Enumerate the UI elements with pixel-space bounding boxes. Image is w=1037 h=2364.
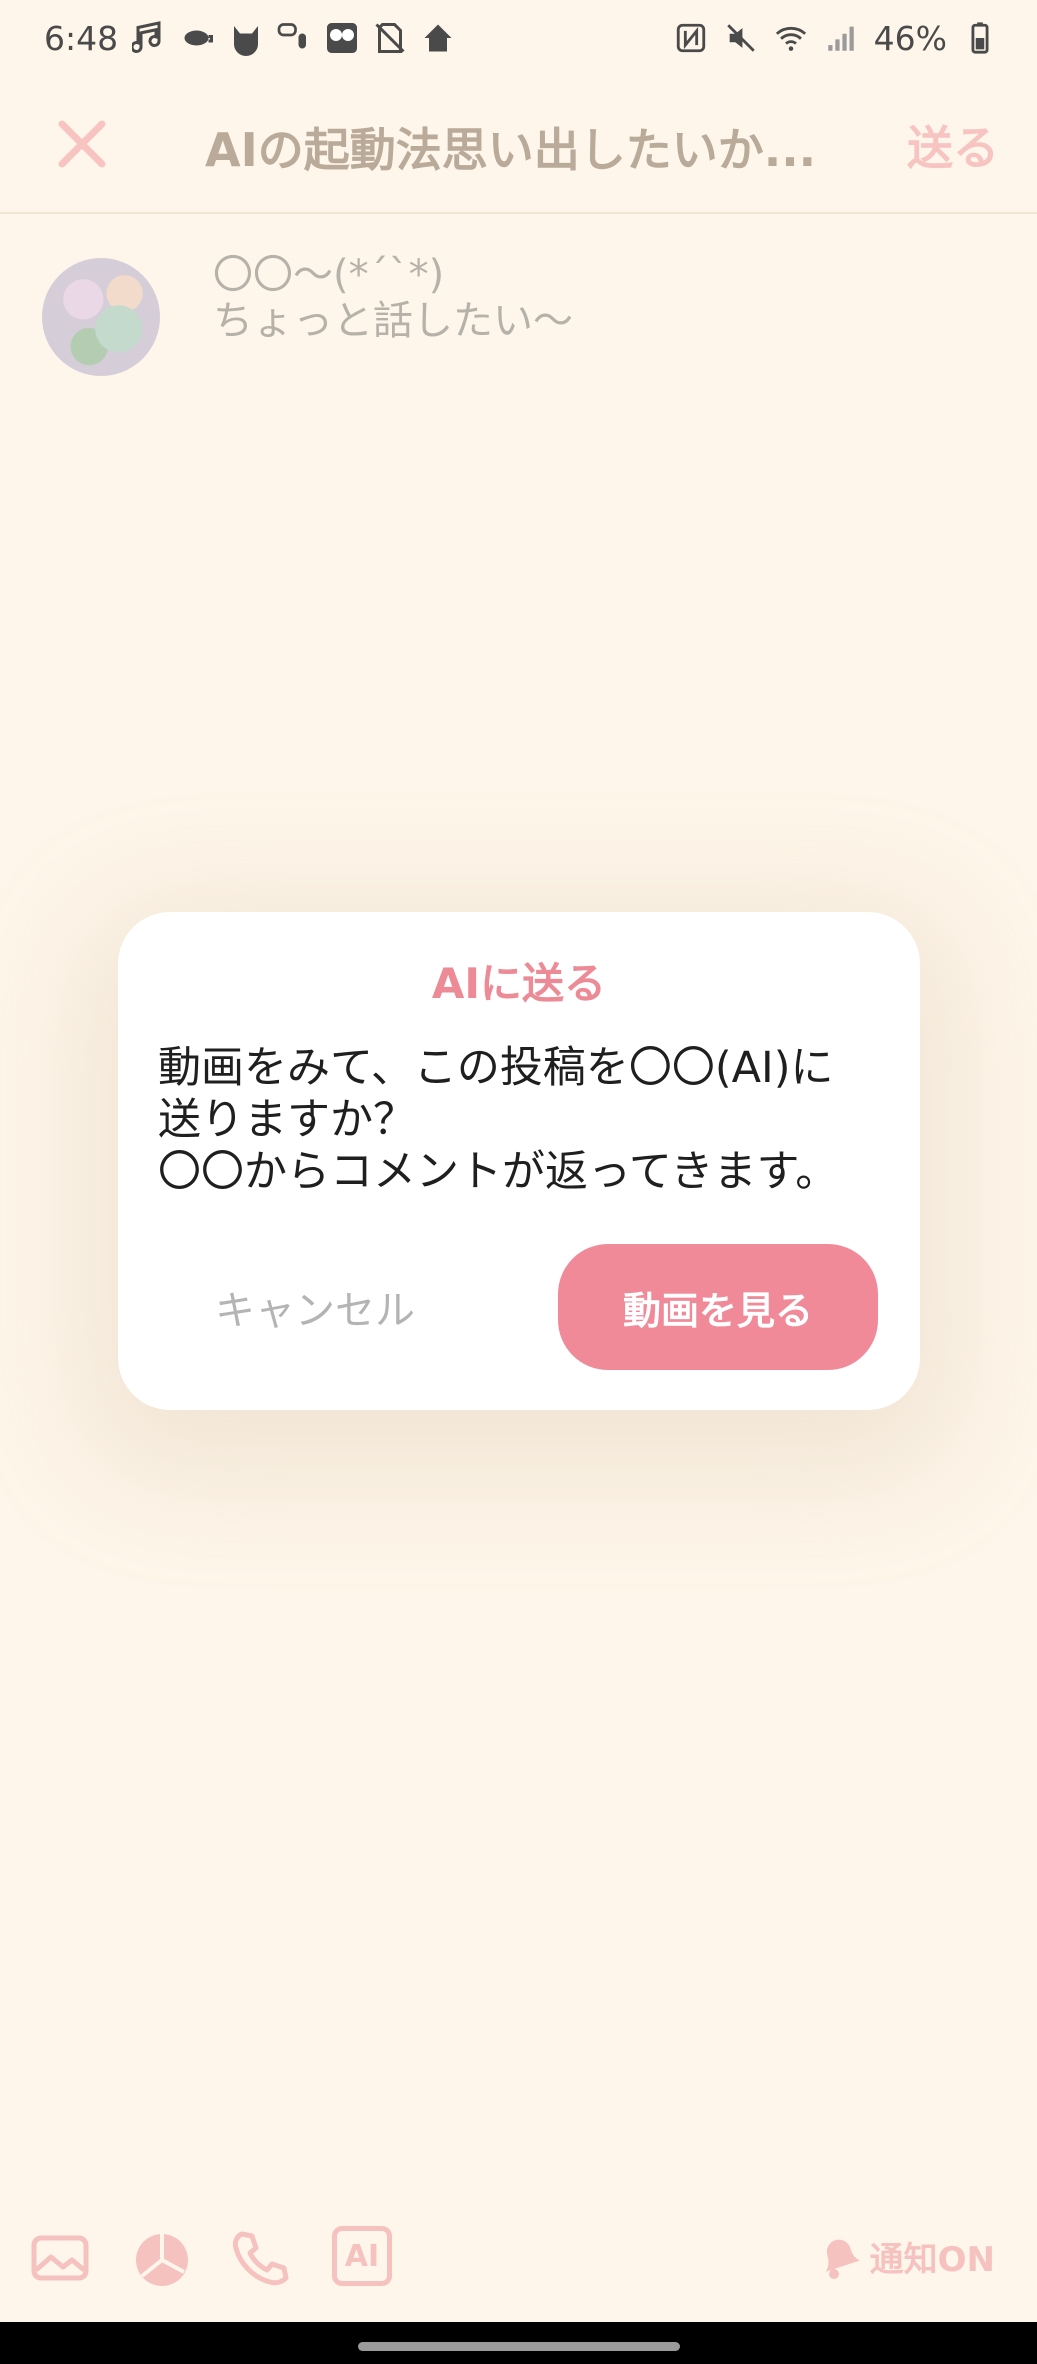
home-icon — [424, 24, 452, 52]
cat-icon — [234, 26, 259, 56]
dialog-title: AIに送る — [431, 959, 607, 1008]
post-line-2: ちょっと話したい〜 — [213, 298, 573, 344]
home-gesture-handle[interactable] — [358, 2342, 680, 2351]
close-icon[interactable] — [52, 114, 112, 174]
notification-icons — [132, 20, 456, 56]
battery-percent: 46% — [873, 18, 947, 58]
system-icons: 46% — [674, 19, 997, 58]
notify-toggle[interactable]: 通知ON — [812, 2230, 995, 2282]
dialog-message-line-2: 送りますか？ — [158, 1095, 416, 1145]
dialog-message-line-3: 〇〇からコメントが返ってきます。 — [158, 1147, 839, 1197]
image-icon[interactable] — [28, 2226, 92, 2290]
avatar — [42, 258, 160, 376]
phone-icon[interactable] — [228, 2226, 292, 2290]
send-to-ai-dialog: AIに送る 動画をみて、この投稿を〇〇(AI)に 送りますか？ 〇〇からコメント… — [118, 912, 920, 1410]
dialog-message-line-1: 動画をみて、この投稿を〇〇(AI)に — [158, 1043, 834, 1093]
ai-icon[interactable]: AI — [332, 2226, 392, 2286]
no-sim-icon — [375, 23, 405, 53]
battery-icon — [971, 22, 989, 54]
music-icon — [132, 21, 161, 54]
cancel-button[interactable]: キャンセル — [158, 1244, 472, 1370]
post-text[interactable]: 〇〇〜(*´`*) ちょっと話したい〜 — [213, 252, 973, 344]
header: AIの起動法思い出したいか... 送る — [0, 76, 1037, 214]
status-bar: 6:48 46% — [0, 0, 1037, 76]
watch-video-button[interactable]: 動画を見る — [558, 1244, 878, 1370]
mute-icon — [726, 24, 755, 52]
navigation-bar — [0, 2322, 1037, 2364]
signal-icon — [827, 26, 854, 51]
dialog-message: 動画をみて、この投稿を〇〇(AI)に 送りますか？ 〇〇からコメントが返ってきま… — [158, 1042, 898, 1198]
nfc-icon — [676, 23, 705, 53]
page-title: AIの起動法思い出したいか... — [205, 123, 817, 177]
send-button[interactable]: 送る — [907, 112, 999, 178]
ai-icon-label: AI — [344, 2238, 380, 2274]
chart-icon[interactable] — [130, 2226, 194, 2290]
status-time: 6:48 — [44, 18, 119, 58]
wifi-icon — [775, 26, 806, 51]
bottom-toolbar: AI 通知ON — [0, 2222, 1037, 2302]
faces-icon — [327, 23, 358, 53]
post-line-1: 〇〇〜(*´`*) — [213, 252, 445, 298]
voice-chat-icon — [277, 23, 307, 49]
cup-icon — [184, 30, 214, 46]
bell-icon — [825, 2239, 860, 2279]
notify-label: 通知ON — [869, 2239, 995, 2280]
